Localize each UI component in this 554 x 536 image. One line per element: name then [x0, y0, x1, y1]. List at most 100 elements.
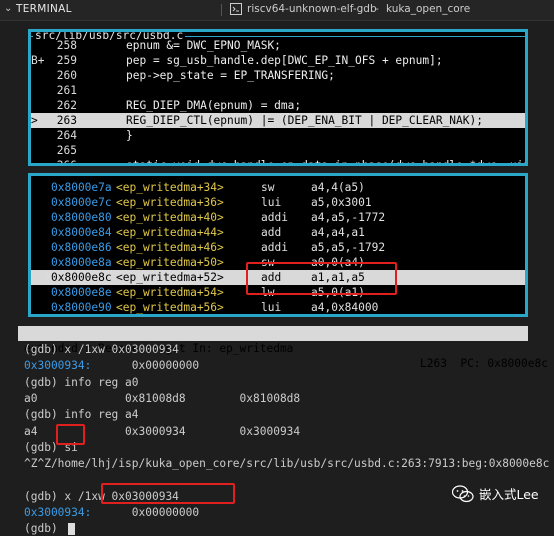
- terminal-panel-header: ⌄ TERMINAL riscv64-unknown-elf-gdb - kuk…: [0, 0, 554, 21]
- status-position: L263 PC: 0x8000e8c: [420, 357, 548, 370]
- source-code: }: [126, 129, 133, 142]
- console-text: 0x3000934:: [24, 506, 92, 519]
- symbol-offset: <ep_writedma+54>: [116, 286, 224, 299]
- line-marker: >: [31, 114, 38, 127]
- mnemonic: lui: [261, 301, 282, 314]
- symbol-offset: <ep_writedma+56>: [116, 301, 224, 314]
- line-number: 259: [56, 54, 77, 67]
- annotation-box-value: [101, 483, 235, 504]
- console-line: (gdb) info reg a0: [24, 375, 139, 390]
- line-number: 264: [56, 129, 77, 142]
- symbol-offset: <ep_writedma+34>: [116, 181, 224, 194]
- disassembly-window: 0x8000e7a <ep_writedma+34> sw a4,4(a5) 0x800…: [28, 173, 528, 317]
- console-line: a0 0x81008d8 0x81008d8: [24, 391, 300, 406]
- chevron-down-icon[interactable]: ⌄: [4, 3, 12, 14]
- symbol-offset: <ep_writedma+36>: [116, 196, 224, 209]
- instruction-address: 0x8000e8e: [51, 286, 112, 299]
- console-text: 0x3000934:: [24, 359, 92, 373]
- line-number: 260: [56, 69, 77, 82]
- console-text: (gdb) info reg a4: [24, 408, 139, 422]
- mnemonic: addi: [261, 241, 288, 254]
- console-line: 0x3000934: 0x00000000: [24, 358, 199, 373]
- watermark-text: 嵌入式Lee: [479, 487, 539, 502]
- source-code: pep->ep_state = EP_TRANSFERING;: [126, 69, 335, 82]
- line-number: 262: [56, 99, 77, 112]
- operands: a4,a5,-1772: [311, 211, 386, 224]
- source-code: REG_DIEP_CTL(epnum) |= (DEP_ENA_BIT | DE…: [126, 114, 483, 127]
- symbol-offset: <ep_writedma+50>: [116, 256, 224, 269]
- instruction-address: 0x8000e86: [51, 241, 112, 254]
- console-text: ^Z^Z/home/lhj/isp/kuka_open_core/src/lib…: [24, 457, 550, 471]
- console-line: 0x3000934: 0x00000000: [24, 505, 199, 520]
- tab-project[interactable]: kuka_open_core: [386, 3, 470, 15]
- annotation-box-si: [56, 424, 85, 445]
- tab-separator: -: [375, 3, 379, 15]
- instruction-address: 0x8000e90: [51, 301, 112, 314]
- source-code: epnum &= DWC_EPNO_MASK;: [126, 39, 281, 52]
- source-window: src/lib/usb/src/usbd.c 258 epnum &= DWC_E…: [28, 29, 528, 166]
- symbol-offset: <ep_writedma+44>: [116, 226, 224, 239]
- line-number: 266: [56, 159, 77, 166]
- panel-title[interactable]: TERMINAL: [16, 3, 72, 15]
- source-line: 266 static void dwc_handle_ep_data_in_pha…: [31, 158, 528, 166]
- source-line: 264}: [31, 128, 525, 143]
- symbol-offset: <ep_writedma+52>: [116, 271, 224, 284]
- annotation-box-instruction: [246, 262, 397, 295]
- console-text: a0 0x81008d8 0x81008d8: [24, 391, 301, 405]
- disasm-line: 0x8000e80 <ep_writedma+40> addi a4,a5,-1772: [31, 210, 525, 225]
- disasm-line: 0x8000e90 <ep_writedma+56> lui a4,0x84000: [31, 300, 525, 314]
- tab-gdb[interactable]: riscv64-unknown-elf-gdb: [247, 3, 377, 15]
- operands: a4,0x84000: [311, 301, 379, 314]
- instruction-address: 0x8000e8c: [51, 271, 112, 284]
- instruction-address: 0x8000e7c: [51, 196, 112, 209]
- source-line: B+ 259 pep = sg_usb_handle.dep[DWC_EP_IN_O…: [31, 53, 525, 68]
- symbol-offset: <ep_writedma+46>: [116, 241, 224, 254]
- source-code: static void dwc_handle_ep_data_in_phase(…: [126, 159, 528, 166]
- console-text: (gdb) info reg a0: [24, 375, 139, 389]
- instruction-address: 0x8000e80: [51, 211, 112, 224]
- line-marker: B+: [31, 54, 45, 67]
- console-text: (gdb): [24, 522, 65, 536]
- terminal-icon: [230, 3, 242, 15]
- instruction-address: 0x8000e8a: [51, 256, 112, 269]
- line-number: 265: [56, 144, 77, 157]
- source-line: >263 REG_DIEP_CTL(epnum) |= (DEP_ENA_BIT …: [31, 113, 525, 128]
- mnemonic: add: [261, 226, 282, 239]
- console-text: (gdb) x /1xw 0x03000934: [24, 343, 179, 356]
- operands: a5,a5,-1792: [311, 241, 386, 254]
- disasm-line: 0x8000e7a <ep_writedma+34> sw a4,4(a5): [31, 180, 525, 195]
- line-number: 261: [56, 84, 77, 97]
- operands: a5,0x3001: [311, 196, 372, 209]
- symbol-offset: <ep_writedma+40>: [116, 211, 224, 224]
- operands: a4,a4,a1: [311, 226, 365, 239]
- operands: a4,4(a5): [311, 181, 365, 194]
- console-line: (gdb) x /1xw 0x03000934: [24, 342, 179, 357]
- disasm-line: 0x8000e86 <ep_writedma+46> addi a5,a5,-1792: [31, 240, 525, 255]
- divider: [221, 4, 222, 16]
- source-line: 258 epnum &= DWC_EPNO_MASK;: [31, 38, 525, 53]
- disasm-line: 0x8000e7c <ep_writedma+36> lui a5,0x3001: [31, 195, 525, 210]
- instruction-address: 0x8000e84: [51, 226, 112, 239]
- source-line: 265: [31, 143, 525, 158]
- source-code: pep = sg_usb_handle.dep[DWC_EP_IN_OFS + …: [126, 54, 443, 67]
- instruction-address: 0x8000e7a: [51, 181, 112, 194]
- wechat-icon: [452, 484, 474, 502]
- disasm-line: 0x8000e84 <ep_writedma+44> add a4,a4,a1: [31, 225, 525, 240]
- source-line: 260 pep->ep_state = EP_TRANSFERING;: [31, 68, 525, 83]
- text-cursor: [68, 523, 76, 536]
- mnemonic: addi: [261, 211, 288, 224]
- source-line: 262 REG_DIEP_DMA(epnum) = dma;: [31, 98, 525, 113]
- status-bar: extended-r Remote target In: ep_writedma…: [18, 326, 548, 370]
- console-line: (gdb) info reg a4: [24, 407, 139, 422]
- console-line: (gdb): [24, 521, 76, 536]
- line-number: 263: [56, 114, 77, 127]
- source-code: REG_DIEP_DMA(epnum) = dma;: [126, 99, 302, 112]
- line-number: 258: [56, 39, 77, 52]
- source-line: 261: [31, 83, 525, 98]
- console-value: 0x00000000: [91, 359, 200, 373]
- mnemonic: lui: [261, 196, 282, 209]
- console-line: ^Z^Z/home/lhj/isp/kuka_open_core/src/lib…: [24, 456, 549, 471]
- mnemonic: sw: [261, 181, 275, 194]
- console-value: 0x00000000: [91, 506, 200, 519]
- watermark: 嵌入式Lee: [452, 484, 539, 503]
